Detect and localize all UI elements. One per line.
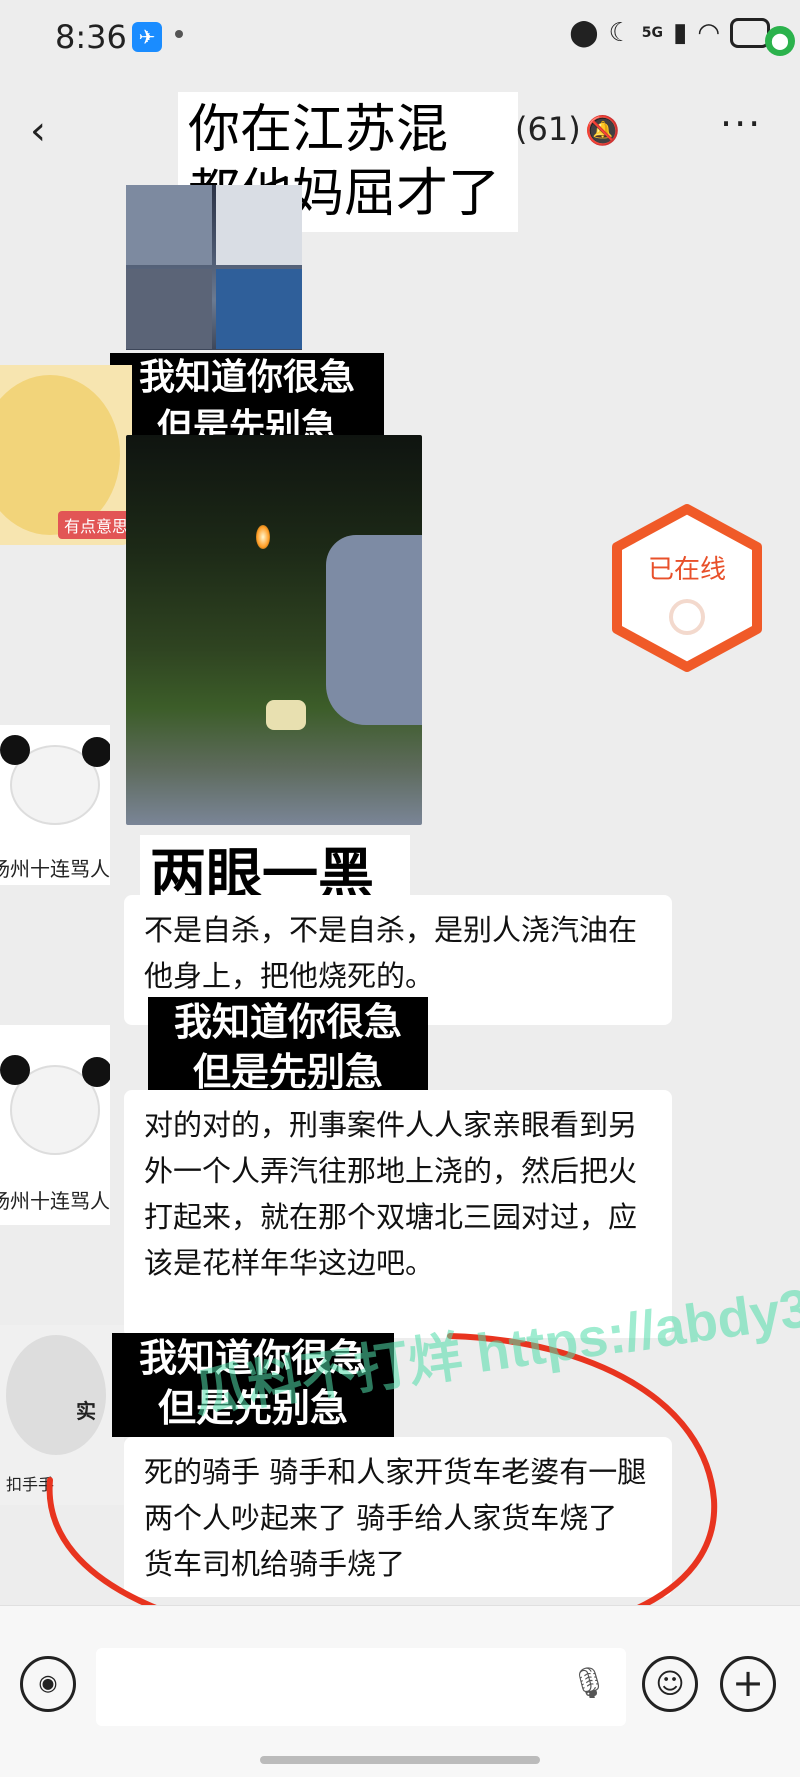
message-input[interactable] [96,1648,626,1726]
online-badge[interactable]: 已在线 [607,503,767,673]
location-badge-icon: ⬤ [765,26,795,56]
bell-off-icon: 🔕 [585,114,620,147]
input-bar: ◉ 🎙 ☺ + [0,1605,800,1777]
thumb-panel [216,185,302,265]
chat-header: ‹ 你在江苏混 都他妈屈才了 (61) 🔕 ··· [0,80,800,232]
microphone-icon[interactable]: 🎙 [570,1666,608,1701]
battery-icon [730,18,770,48]
thumb-panel [126,269,212,349]
app-notification-icon: ✈ [132,22,162,52]
panda-ear [82,1057,110,1087]
member-count: (61) [515,110,581,148]
panda-ear [82,737,110,767]
chat-screen: 8:36 ✈ ⬤ ☾ 5G ▮ ◠ ⬤ ‹ 你在江苏混 都他妈屈才了 (61) … [0,0,800,1777]
meme-caption-line: 我知道你很急 [138,357,355,398]
panda-caption: 扬州十连骂人 [0,857,110,881]
hexagon-icon [612,504,762,672]
panda-ear [0,735,30,765]
panda-sticker[interactable]: 扬州十连骂人 [0,725,110,885]
location-icon: ⬤ [569,18,599,48]
ellipsis-icon[interactable]: ··· [720,102,762,146]
wifi-icon: ◠ [697,18,720,48]
home-indicator [260,1756,540,1764]
chat-title-line1: 你在江苏混 [188,100,449,160]
online-label: 已在线 [647,555,726,585]
person-figure [326,535,422,725]
thumb-panel [126,185,212,265]
network-label: 5G [641,25,663,41]
fire-icon [256,525,270,549]
online-status-icon [669,599,705,635]
meme-caption: 我知道你很急 但是先别急 [148,997,428,1101]
thumb-panel [216,269,302,349]
incident-photo[interactable] [126,435,422,825]
sticker-tag: 有点意思 [58,511,135,539]
panda-caption: 扬州十连骂人 [0,1189,110,1213]
status-time: 8:36 [55,18,127,56]
meme-caption-line: 我知道你很急 [173,1000,402,1044]
notification-dot-icon [175,30,183,38]
moon-icon: ☾ [608,18,632,48]
chevron-left-icon[interactable]: ‹ [30,108,70,158]
voice-icon[interactable]: ◉ [20,1656,76,1712]
plus-icon[interactable]: + [720,1656,776,1712]
news-screenshot-image[interactable] [126,185,302,350]
status-icons: ⬤ ☾ 5G ▮ ◠ [569,18,770,48]
signal-icon: ▮ [673,18,688,48]
emoji-icon[interactable]: ☺ [642,1656,698,1712]
status-bar: 8:36 ✈ ⬤ ☾ 5G ▮ ◠ ⬤ [0,0,800,80]
panda-ear [0,1055,30,1085]
panda-sticker[interactable]: 扬州十连骂人 [0,1025,110,1225]
shoe-shape [266,700,306,730]
